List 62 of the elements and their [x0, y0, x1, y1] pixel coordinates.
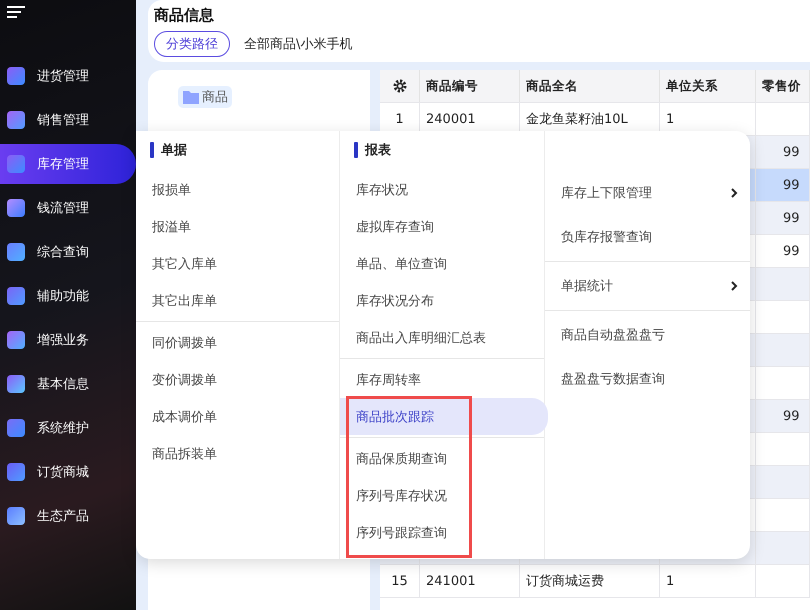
menu-item[interactable]: 报损单	[136, 171, 343, 208]
tree-node[interactable]: 商品	[178, 86, 232, 108]
module-icon	[7, 243, 25, 261]
sidebar-item[interactable]: 钱流管理	[0, 188, 136, 228]
sidebar-item[interactable]: 基本信息	[0, 364, 136, 404]
menu-item[interactable]: 商品出入库明细汇总表	[340, 319, 548, 356]
menu-item[interactable]: 变价调拨单	[136, 361, 343, 398]
chevron-right-icon	[730, 188, 738, 198]
menu-item[interactable]: 库存周转率	[340, 361, 548, 398]
settings-icon[interactable]	[392, 79, 406, 93]
sidebar-item[interactable]: 生态产品	[0, 496, 136, 536]
menu-item[interactable]: 同价调拨单	[136, 324, 343, 361]
menu-item[interactable]: 序列号跟踪查询	[340, 514, 548, 551]
sidebar-item[interactable]: 销售管理	[0, 100, 136, 140]
sidebar-item[interactable]: 增强业务	[0, 320, 136, 360]
module-icon	[7, 507, 25, 525]
section-marker	[150, 142, 154, 158]
sidebar-item[interactable]: 进货管理	[0, 56, 136, 96]
menu-item[interactable]: 商品自动盘盈盘亏	[545, 313, 754, 357]
menu-item[interactable]: 单据统计	[545, 264, 754, 308]
chevron-right-icon	[730, 281, 738, 291]
menu-item[interactable]: 报溢单	[136, 208, 343, 245]
menu-item[interactable]: 虚拟库存查询	[340, 208, 548, 245]
menu-item[interactable]: 成本调价单	[136, 398, 343, 435]
menu-item[interactable]: 库存状况	[340, 171, 548, 208]
module-icon	[7, 463, 25, 481]
section-title: 报表	[365, 142, 391, 159]
module-icon	[7, 155, 25, 173]
menu-item[interactable]: 序列号库存状况	[340, 477, 548, 514]
module-icon	[7, 111, 25, 129]
row-number: 15	[380, 565, 420, 597]
sidebar-item[interactable]: 辅助功能	[0, 276, 136, 316]
menu-item[interactable]: 其它出库单	[136, 282, 343, 319]
module-icon	[7, 199, 25, 217]
menu-item[interactable]: 其它入库单	[136, 245, 343, 282]
table-cell: 订货商城运费	[520, 565, 660, 597]
menu-item[interactable]: 商品保质期查询	[340, 440, 548, 477]
sidebar-item[interactable]: 订货商城	[0, 452, 136, 492]
table-cell: 241001	[420, 565, 520, 597]
sidebar-item[interactable]: 库存管理	[0, 144, 136, 184]
tree-node-label: 商品	[202, 89, 228, 106]
folder-icon	[182, 89, 200, 105]
menu-item[interactable]: 商品拆装单	[136, 435, 343, 472]
menu-item[interactable]: 单品、单位查询	[340, 245, 548, 282]
menu-item[interactable]: 库存上下限管理	[545, 171, 754, 215]
module-icon	[7, 67, 25, 85]
menu-item[interactable]: 商品批次跟踪	[340, 398, 548, 435]
sidebar-item[interactable]: 综合查询	[0, 232, 136, 272]
page-title: 商品信息	[154, 6, 215, 25]
menu-icon[interactable]	[7, 6, 25, 18]
category-path-button[interactable]: 分类路径	[154, 31, 230, 57]
module-icon	[7, 287, 25, 305]
section-marker	[354, 142, 358, 158]
module-icon	[7, 331, 25, 349]
menu-item[interactable]: 盘盈盘亏数据查询	[545, 357, 754, 401]
module-icon	[7, 375, 25, 393]
menu-item[interactable]: 库存状况分布	[340, 282, 548, 319]
menu-item[interactable]: 负库存报警查询	[545, 215, 754, 259]
category-path: 全部商品\小米手机	[244, 36, 352, 53]
sidebar-item[interactable]: 系统维护	[0, 408, 136, 448]
module-icon	[7, 419, 25, 437]
section-title: 单据	[161, 142, 187, 159]
